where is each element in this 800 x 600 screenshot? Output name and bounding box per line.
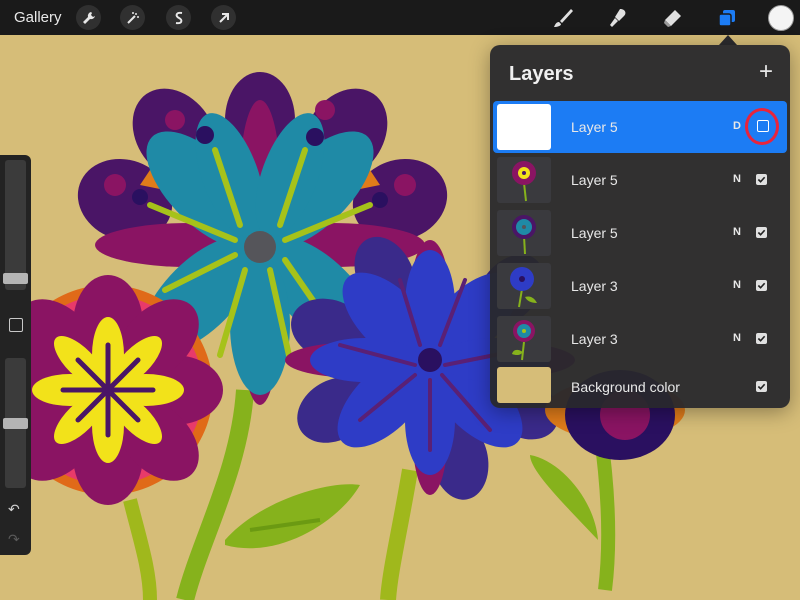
layers-title: Layers	[509, 63, 574, 85]
blend-mode-button[interactable]: N	[733, 173, 741, 185]
wrench-icon[interactable]	[76, 5, 101, 30]
layer-thumbnail	[497, 104, 551, 150]
layer-row[interactable]: Layer 3 N	[493, 313, 787, 365]
blend-mode-button[interactable]: N	[733, 279, 741, 291]
color-swatch[interactable]	[768, 5, 794, 31]
opacity-slider[interactable]	[3, 358, 28, 488]
background-color-row[interactable]: Background color	[493, 361, 787, 408]
eraser-icon[interactable]	[658, 4, 686, 32]
smudge-icon[interactable]	[604, 4, 632, 32]
top-toolbar: Gallery	[0, 0, 800, 35]
redo-icon[interactable]: ↷	[8, 531, 20, 548]
layer-thumbnail	[497, 316, 551, 362]
highlight-circle	[745, 108, 779, 145]
modify-button[interactable]	[9, 318, 23, 332]
background-color-swatch[interactable]	[497, 367, 551, 403]
layer-name: Layer 5	[571, 119, 618, 135]
layers-panel: Layers + Layer 5 D Layer 5 N Layer 5 N L…	[490, 45, 790, 408]
blend-mode-button[interactable]: D	[733, 120, 741, 132]
undo-icon[interactable]: ↶	[8, 501, 20, 518]
layer-name: Layer 5	[571, 172, 618, 188]
brush-size-thumb[interactable]	[3, 273, 28, 284]
visibility-checkbox[interactable]	[756, 227, 767, 238]
blend-mode-button[interactable]: N	[733, 226, 741, 238]
layer-name: Background color	[571, 379, 680, 395]
brush-size-slider[interactable]	[3, 160, 28, 290]
layer-thumbnail	[497, 263, 551, 309]
layer-row[interactable]: Layer 5 D	[493, 101, 787, 153]
selection-icon[interactable]	[166, 5, 191, 30]
gallery-button[interactable]: Gallery	[14, 9, 62, 26]
visibility-checkbox[interactable]	[756, 333, 767, 344]
visibility-checkbox[interactable]	[756, 280, 767, 291]
transform-arrow-icon[interactable]	[211, 5, 236, 30]
opacity-thumb[interactable]	[3, 418, 28, 429]
left-sidebar: ↶ ↷	[0, 155, 31, 555]
layer-row[interactable]: Layer 5 N	[493, 207, 787, 259]
layers-icon[interactable]	[713, 4, 741, 32]
layer-row[interactable]: Layer 3 N	[493, 260, 787, 312]
visibility-checkbox[interactable]	[756, 381, 767, 392]
layer-row[interactable]: Layer 5 N	[493, 154, 787, 206]
blend-mode-button[interactable]: N	[733, 332, 741, 344]
add-layer-button[interactable]: +	[759, 60, 773, 84]
layer-name: Layer 3	[571, 278, 618, 294]
layer-thumbnail	[497, 210, 551, 256]
layer-name: Layer 3	[571, 331, 618, 347]
layers-popover-pointer	[719, 35, 737, 45]
visibility-checkbox[interactable]	[756, 174, 767, 185]
magic-wand-icon[interactable]	[120, 5, 145, 30]
brush-icon[interactable]	[549, 4, 577, 32]
layer-name: Layer 5	[571, 225, 618, 241]
layer-thumbnail	[497, 157, 551, 203]
